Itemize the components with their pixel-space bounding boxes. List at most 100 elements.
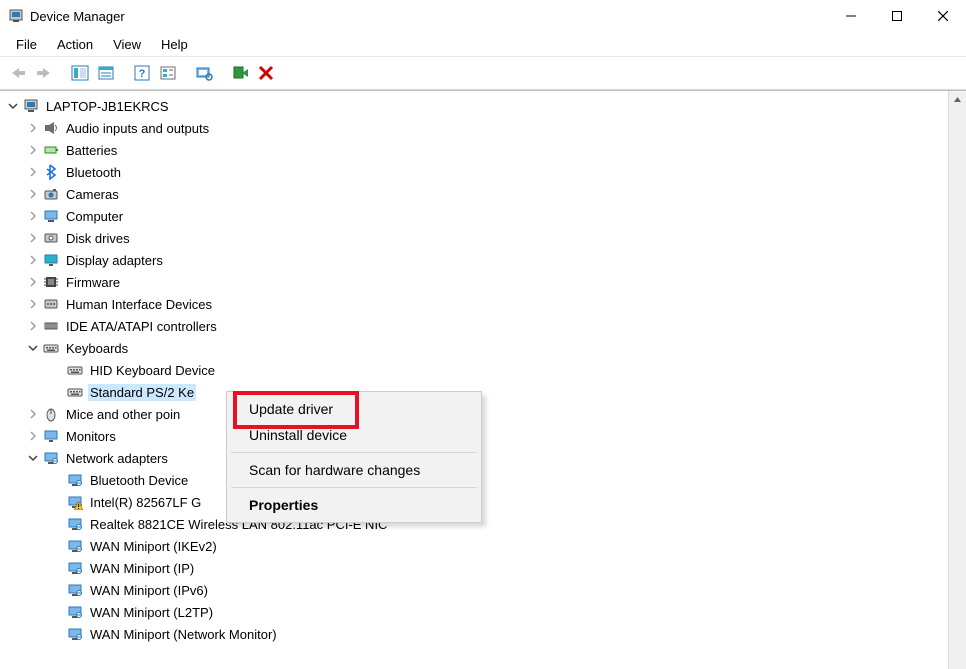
tree-category[interactable]: Computer bbox=[6, 205, 948, 227]
chevron-down-icon[interactable] bbox=[26, 451, 40, 465]
chevron-right-icon[interactable] bbox=[26, 297, 40, 311]
ctx-scan-hardware[interactable]: Scan for hardware changes bbox=[229, 457, 479, 483]
menu-file[interactable]: File bbox=[6, 33, 47, 56]
chevron-right-icon[interactable] bbox=[26, 429, 40, 443]
tree-device-label: WAN Miniport (Network Monitor) bbox=[88, 626, 279, 643]
computer-icon bbox=[42, 208, 60, 224]
network-icon bbox=[66, 516, 84, 532]
network-icon bbox=[66, 538, 84, 554]
network-icon bbox=[66, 494, 84, 510]
device-tree[interactable]: LAPTOP-JB1EKRCS Audio inputs and outputs… bbox=[0, 91, 948, 669]
menu-view[interactable]: View bbox=[103, 33, 151, 56]
tree-device-label: WAN Miniport (IP) bbox=[88, 560, 196, 577]
chevron-right-icon[interactable] bbox=[26, 121, 40, 135]
tree-area: LAPTOP-JB1EKRCS Audio inputs and outputs… bbox=[0, 90, 966, 669]
network-icon bbox=[66, 604, 84, 620]
menu-action[interactable]: Action bbox=[47, 33, 103, 56]
tree-category-label: Firmware bbox=[64, 274, 122, 291]
tree-category[interactable]: Cameras bbox=[6, 183, 948, 205]
chevron-right-icon[interactable] bbox=[26, 407, 40, 421]
tree-category-label: Bluetooth bbox=[64, 164, 123, 181]
tree-category[interactable]: IDE ATA/ATAPI controllers bbox=[6, 315, 948, 337]
tree-category[interactable]: Audio inputs and outputs bbox=[6, 117, 948, 139]
window-title: Device Manager bbox=[30, 9, 125, 24]
network-icon bbox=[42, 450, 60, 466]
tree-category-label: Human Interface Devices bbox=[64, 296, 214, 313]
tree-category[interactable]: Firmware bbox=[6, 271, 948, 293]
show-hide-tree-button[interactable] bbox=[68, 61, 92, 85]
scan-hardware-button[interactable] bbox=[192, 61, 216, 85]
help-button[interactable]: ? bbox=[130, 61, 154, 85]
chevron-right-icon[interactable] bbox=[26, 165, 40, 179]
computer-icon bbox=[22, 98, 40, 114]
tree-category[interactable]: Batteries bbox=[6, 139, 948, 161]
camera-icon bbox=[42, 186, 60, 202]
window-buttons bbox=[828, 0, 966, 32]
tree-device[interactable]: WAN Miniport (Network Monitor) bbox=[6, 623, 948, 645]
speaker-icon bbox=[42, 120, 60, 136]
tree-category[interactable]: Bluetooth bbox=[6, 161, 948, 183]
tree-device-label: Standard PS/2 Ke bbox=[88, 384, 196, 401]
tree-device[interactable]: WAN Miniport (IPv6) bbox=[6, 579, 948, 601]
tree-category-label: IDE ATA/ATAPI controllers bbox=[64, 318, 219, 335]
properties-button[interactable] bbox=[94, 61, 118, 85]
tree-device[interactable]: WAN Miniport (IP) bbox=[6, 557, 948, 579]
vertical-scrollbar[interactable] bbox=[948, 91, 966, 669]
tree-device-label: Bluetooth Device bbox=[88, 472, 190, 489]
network-icon bbox=[66, 472, 84, 488]
tree-category-label: Cameras bbox=[64, 186, 121, 203]
device-manager-window: Device Manager File Action View Help ? bbox=[0, 0, 966, 669]
tree-device[interactable]: WAN Miniport (L2TP) bbox=[6, 601, 948, 623]
app-icon bbox=[8, 8, 24, 24]
tree-category-label: Computer bbox=[64, 208, 125, 225]
tree-root-label: LAPTOP-JB1EKRCS bbox=[44, 98, 171, 115]
maximize-button[interactable] bbox=[874, 0, 920, 32]
nav-back-button[interactable] bbox=[6, 61, 30, 85]
tree-category-label: Mice and other poin bbox=[64, 406, 182, 423]
tree-category-label: Network adapters bbox=[64, 450, 170, 467]
close-button[interactable] bbox=[920, 0, 966, 32]
chevron-right-icon[interactable] bbox=[26, 231, 40, 245]
chevron-down-icon[interactable] bbox=[26, 341, 40, 355]
menu-help[interactable]: Help bbox=[151, 33, 198, 56]
tree-category[interactable]: Keyboards bbox=[6, 337, 948, 359]
tree-category[interactable]: Human Interface Devices bbox=[6, 293, 948, 315]
ctx-update-driver[interactable]: Update driver bbox=[229, 396, 479, 422]
svg-text:?: ? bbox=[139, 68, 146, 80]
tree-device-label: WAN Miniport (IKEv2) bbox=[88, 538, 219, 555]
keyboard-icon bbox=[66, 384, 84, 400]
tree-root[interactable]: LAPTOP-JB1EKRCS bbox=[6, 95, 948, 117]
chevron-down-icon[interactable] bbox=[6, 99, 20, 113]
chevron-right-icon[interactable] bbox=[26, 209, 40, 223]
toolbar: ? bbox=[0, 57, 966, 90]
ctx-uninstall[interactable]: Uninstall device bbox=[229, 422, 479, 448]
chevron-right-icon[interactable] bbox=[26, 275, 40, 289]
firmware-icon bbox=[42, 274, 60, 290]
tree-category[interactable]: Display adapters bbox=[6, 249, 948, 271]
ide-icon bbox=[42, 318, 60, 334]
minimize-button[interactable] bbox=[828, 0, 874, 32]
nav-forward-button[interactable] bbox=[32, 61, 56, 85]
tree-device-label: HID Keyboard Device bbox=[88, 362, 217, 379]
chevron-right-icon[interactable] bbox=[26, 253, 40, 267]
tree-category-label: Disk drives bbox=[64, 230, 132, 247]
scroll-up-arrow-icon[interactable] bbox=[949, 91, 966, 108]
uninstall-device-button[interactable] bbox=[254, 61, 278, 85]
tree-device-label: Intel(R) 82567LF G bbox=[88, 494, 203, 511]
keyboard-icon bbox=[42, 340, 60, 356]
tree-category[interactable]: Disk drives bbox=[6, 227, 948, 249]
tree-category-label: Monitors bbox=[64, 428, 118, 445]
update-driver-button[interactable] bbox=[228, 61, 252, 85]
tree-category-label: Batteries bbox=[64, 142, 119, 159]
tree-device[interactable]: WAN Miniport (IKEv2) bbox=[6, 535, 948, 557]
ctx-separator bbox=[231, 487, 477, 488]
ctx-properties[interactable]: Properties bbox=[229, 492, 479, 518]
chevron-right-icon[interactable] bbox=[26, 319, 40, 333]
disk-icon bbox=[42, 230, 60, 246]
tree-device[interactable]: HID Keyboard Device bbox=[6, 359, 948, 381]
tree-category-label: Keyboards bbox=[64, 340, 130, 357]
chevron-right-icon[interactable] bbox=[26, 143, 40, 157]
chevron-right-icon[interactable] bbox=[26, 187, 40, 201]
hid-icon bbox=[42, 296, 60, 312]
action-list-button[interactable] bbox=[156, 61, 180, 85]
